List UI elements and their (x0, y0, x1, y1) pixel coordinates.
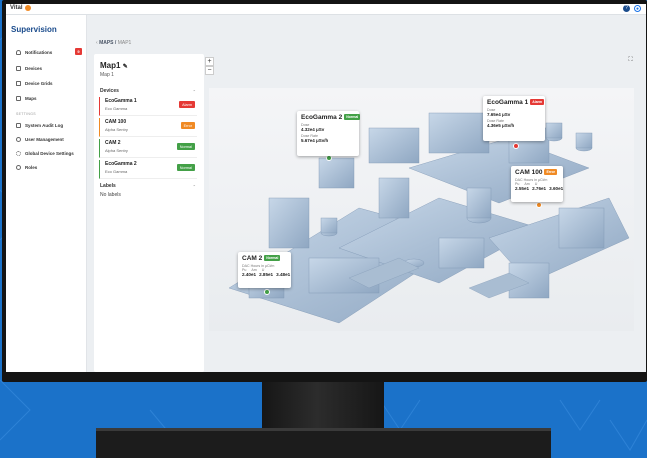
monitor-stand-neck (262, 382, 384, 428)
brand-name: Vital (10, 5, 23, 11)
breadcrumb-separator: / (114, 40, 117, 46)
document-icon (16, 122, 21, 128)
u-value: 3.48e1 (276, 272, 291, 277)
sidebar-item-device-grids[interactable]: Device Grids (16, 78, 84, 88)
device-pin-cam-100[interactable] (536, 202, 542, 208)
sidebar-item-system-audit-log[interactable]: System Audit Log (16, 120, 84, 130)
labels-empty-text: No labels (100, 192, 121, 198)
pu-value: 2.40e1 (242, 272, 257, 277)
status-badge: Normal (264, 255, 281, 262)
am-value: 2.85e1 (259, 272, 274, 277)
sidebar-item-label: Devices (25, 65, 43, 71)
device-popup-cam-2[interactable]: CAM 2 Normal DAC Hours in μCi/m Pu Am U 2.4… (238, 252, 291, 288)
device-list-item-cam-2[interactable]: CAM 2 Alpha Sentry Normal (99, 139, 197, 158)
sidebar-item-label: Maps (25, 95, 37, 101)
bell-icon (16, 49, 21, 55)
sidebar-item-user-management[interactable]: User Management (16, 134, 84, 144)
app-screen: Vital ? ● Supervision Notifications 9 De… (6, 4, 646, 372)
device-pin-cam-2[interactable] (264, 289, 270, 295)
sidebar-title: Supervision (11, 25, 57, 34)
sidebar-item-label: Notifications (25, 49, 53, 55)
status-badge: Error (544, 169, 558, 176)
device-model: Eco Gamma (105, 106, 128, 111)
popup-device-name: CAM 100 (515, 169, 543, 176)
device-list-item-ecogamma-1[interactable]: EcoGamma 1 Eco Gamma Alarm (99, 97, 197, 116)
popup-device-name: CAM 2 (242, 255, 263, 262)
breadcrumb-maps-link[interactable]: MAPS (99, 40, 113, 46)
users-icon (16, 136, 21, 142)
device-name: CAM 100 (105, 119, 127, 125)
facility-3d-render (228, 112, 630, 324)
device-model: Eco Gamma (105, 169, 128, 174)
monitor-frame: Vital ? ● Supervision Notifications 9 De… (2, 0, 647, 382)
device-name: CAM 2 (105, 140, 121, 146)
sidebar-item-notifications[interactable]: Notifications 9 (16, 47, 84, 57)
status-badge: Alarm (179, 101, 195, 108)
status-badge: Error (180, 122, 195, 129)
sidebar-item-label: System Audit Log (25, 122, 64, 128)
device-model: Alpha Sentry (105, 148, 128, 153)
sidebar-item-label: Global Device Settings (25, 150, 74, 156)
u-value: 3.60e1 (549, 186, 564, 191)
top-bar: Vital ? ● (6, 4, 646, 15)
labels-heading: Labels (100, 183, 116, 189)
breadcrumb: ‹ MAPS / MAP1 (96, 40, 131, 46)
labels-collapse-chevron-icon[interactable]: ⌃ (193, 184, 196, 189)
sidebar-item-maps[interactable]: Maps (16, 93, 84, 103)
device-popup-ecogamma-2[interactable]: EcoGamma 2 Normal Dose 4.32e4 μSv Dose Ra… (297, 111, 361, 156)
device-list-item-ecogamma-2[interactable]: EcoGamma 2 Eco Gamma Normal (99, 160, 197, 179)
zoom-in-button[interactable]: + (205, 57, 214, 66)
map-subtitle: Map 1 (100, 72, 114, 78)
sidebar-item-label: User Management (25, 136, 64, 142)
status-badge: Normal (344, 114, 361, 121)
monitor-stand-base-edge (96, 428, 551, 431)
device-list-item-cam-100[interactable]: CAM 100 Alpha Sentry Error (99, 118, 197, 137)
popup-device-name: EcoGamma 2 (301, 114, 343, 121)
sidebar-item-label: Roles (25, 164, 38, 170)
help-icon[interactable]: ? (623, 5, 630, 12)
map-view[interactable]: EcoGamma 2 Normal Dose 4.32e4 μSv Dose Ra… (209, 88, 634, 331)
dose-value: 7.65e4 μSv (487, 112, 511, 117)
devices-collapse-chevron-icon[interactable]: ⌃ (193, 89, 196, 94)
roles-icon (16, 164, 21, 170)
map-title-text: Map1 (100, 61, 121, 70)
grid-icon (16, 80, 21, 86)
sidebar-item-label: Device Grids (25, 80, 53, 86)
user-avatar-icon[interactable]: ● (634, 5, 641, 12)
device-icon (16, 65, 21, 71)
device-name: EcoGamma 2 (105, 161, 137, 167)
dose-rate-value: 4.36e5 μSv/h (487, 123, 515, 128)
notification-count-badge: 9 (75, 48, 82, 55)
brand-logo[interactable]: Vital (10, 5, 31, 11)
devices-heading: Devices (100, 88, 119, 94)
device-model: Alpha Sentry (105, 127, 128, 132)
device-name: EcoGamma 1 (105, 98, 137, 104)
sidebar-item-global-device-settings[interactable]: Global Device Settings (16, 148, 84, 158)
gear-icon (16, 150, 21, 156)
map-details-panel: Map1 ✎ Map 1 Devices ⌃ EcoGamma 1 Eco Ga… (94, 54, 204, 372)
map-title: Map1 ✎ (100, 61, 128, 70)
status-badge: Normal (176, 164, 195, 171)
sidebar-item-roles[interactable]: Roles (16, 162, 84, 172)
sidebar-item-devices[interactable]: Devices (16, 63, 84, 73)
device-pin-ecogamma-1[interactable] (513, 143, 519, 149)
edit-pencil-icon[interactable]: ✎ (123, 64, 128, 70)
popup-device-name: EcoGamma 1 (487, 99, 529, 106)
monitor-stand-base (96, 428, 551, 458)
am-value: 2.76e1 (532, 186, 547, 191)
dose-value: 4.32e4 μSv (301, 127, 325, 132)
pu-value: 2.55e1 (515, 186, 530, 191)
zoom-out-button[interactable]: − (205, 66, 214, 75)
device-popup-ecogamma-1[interactable]: EcoGamma 1 Alarm Dose 7.65e4 μSv Dose Rat… (483, 96, 545, 141)
sidebar: Supervision Notifications 9 Devices Devi… (6, 15, 87, 372)
dose-rate-value: 5.67e4 μSv/h (301, 138, 329, 143)
fullscreen-icon[interactable]: ⛶ (626, 57, 635, 66)
status-badge: Normal (176, 143, 195, 150)
brand-icon (24, 5, 31, 11)
device-popup-cam-100[interactable]: CAM 100 Error DAC Hours in μCi/m Pu Am U 2.… (511, 166, 563, 202)
map-icon (16, 95, 21, 101)
settings-section-heading: SETTINGS (16, 112, 36, 116)
breadcrumb-current: MAP1 (117, 40, 132, 46)
status-badge: Alarm (530, 99, 545, 106)
